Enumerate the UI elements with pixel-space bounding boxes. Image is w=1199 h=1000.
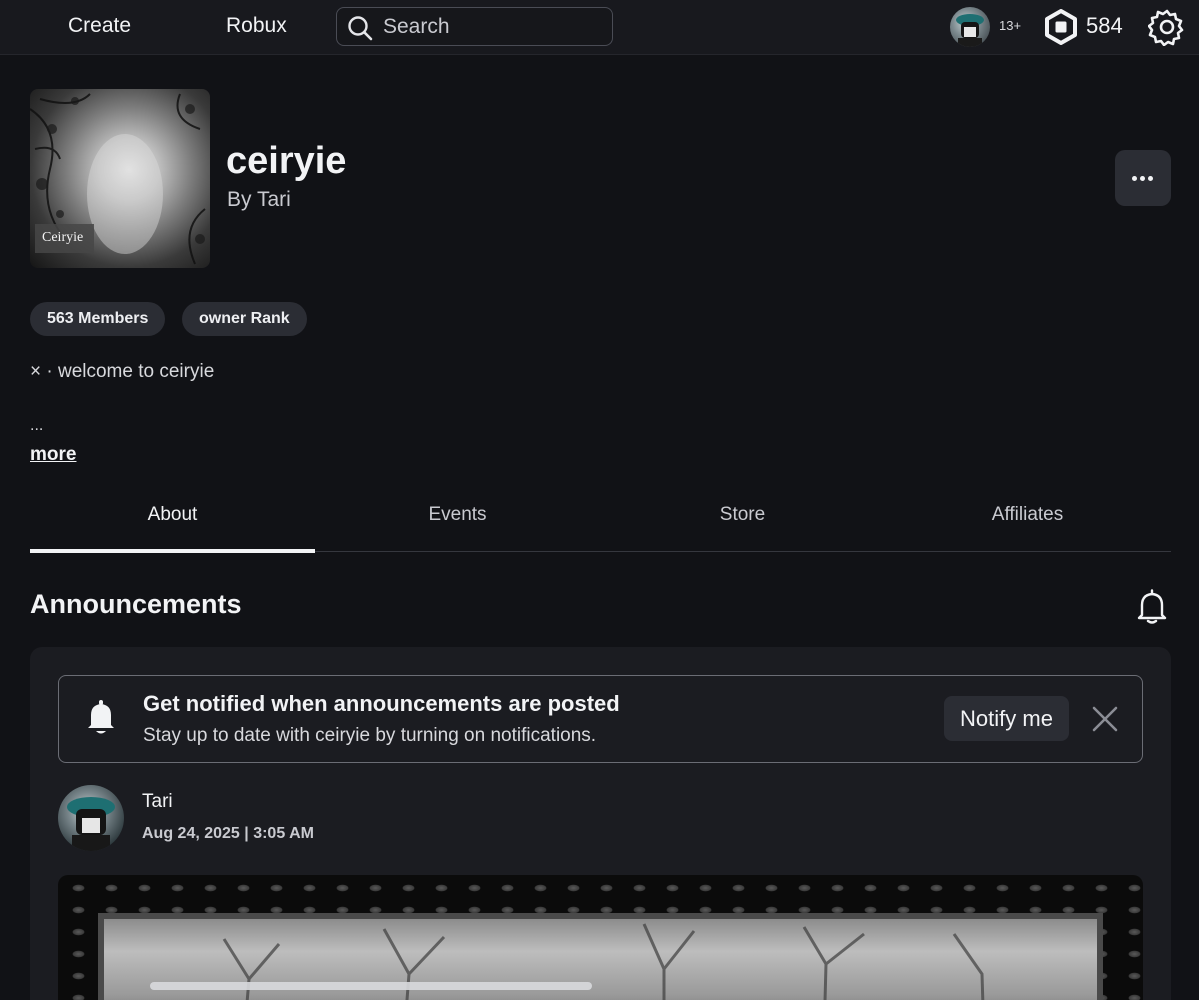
more-link[interactable]: more bbox=[30, 444, 76, 466]
tab-about[interactable]: About bbox=[30, 475, 315, 552]
dot-icon bbox=[1140, 176, 1145, 181]
dot-icon bbox=[1148, 176, 1153, 181]
members-count-pill: 563 Members bbox=[30, 302, 166, 336]
active-tab-indicator bbox=[30, 549, 315, 553]
post-author-name[interactable]: Tari bbox=[142, 791, 173, 813]
age-badge: 13+ bbox=[999, 18, 1022, 33]
top-nav-bar: Create Robux 13+ 584 bbox=[0, 0, 1199, 55]
search-input[interactable] bbox=[383, 12, 603, 42]
robux-balance[interactable]: 584 bbox=[1086, 13, 1123, 39]
avatar-figure-icon bbox=[956, 14, 984, 47]
avatar-figure-icon bbox=[67, 797, 115, 851]
gear-icon[interactable] bbox=[1148, 8, 1186, 46]
nav-create-link[interactable]: Create bbox=[68, 14, 131, 38]
notify-me-button[interactable]: Notify me bbox=[944, 696, 1069, 741]
notify-subtitle: Stay up to date with ceiryie by turning … bbox=[143, 725, 597, 746]
post-timestamp: Aug 24, 2025 | 3:05 AM bbox=[142, 825, 314, 842]
user-avatar[interactable] bbox=[950, 7, 990, 47]
announcements-title: Announcements bbox=[30, 589, 242, 619]
search-icon bbox=[348, 16, 373, 41]
post-author-avatar[interactable] bbox=[58, 785, 124, 851]
horizontal-scrollbar[interactable] bbox=[150, 982, 592, 990]
search-box[interactable] bbox=[336, 7, 613, 46]
notify-title: Get notified when announcements are post… bbox=[143, 691, 620, 716]
nav-robux-link[interactable]: Robux bbox=[226, 14, 287, 38]
emblem-label: Ceiryie bbox=[35, 224, 94, 253]
dot-icon bbox=[1132, 176, 1137, 181]
robux-icon[interactable] bbox=[1044, 9, 1078, 45]
group-owner[interactable]: By Tari bbox=[227, 188, 291, 212]
group-description: × · welcome to ceiryie bbox=[30, 361, 215, 382]
tab-events[interactable]: Events bbox=[315, 475, 600, 552]
tab-store[interactable]: Store bbox=[600, 475, 885, 552]
bell-icon bbox=[88, 700, 114, 734]
close-icon[interactable] bbox=[1091, 705, 1119, 733]
tab-affiliates[interactable]: Affiliates bbox=[885, 475, 1170, 552]
rank-pill: owner Rank bbox=[182, 302, 307, 336]
more-options-button[interactable] bbox=[1115, 150, 1171, 206]
group-name: ceiryie bbox=[226, 140, 347, 182]
bell-icon[interactable] bbox=[1135, 589, 1169, 625]
description-ellipsis: ... bbox=[30, 417, 44, 434]
